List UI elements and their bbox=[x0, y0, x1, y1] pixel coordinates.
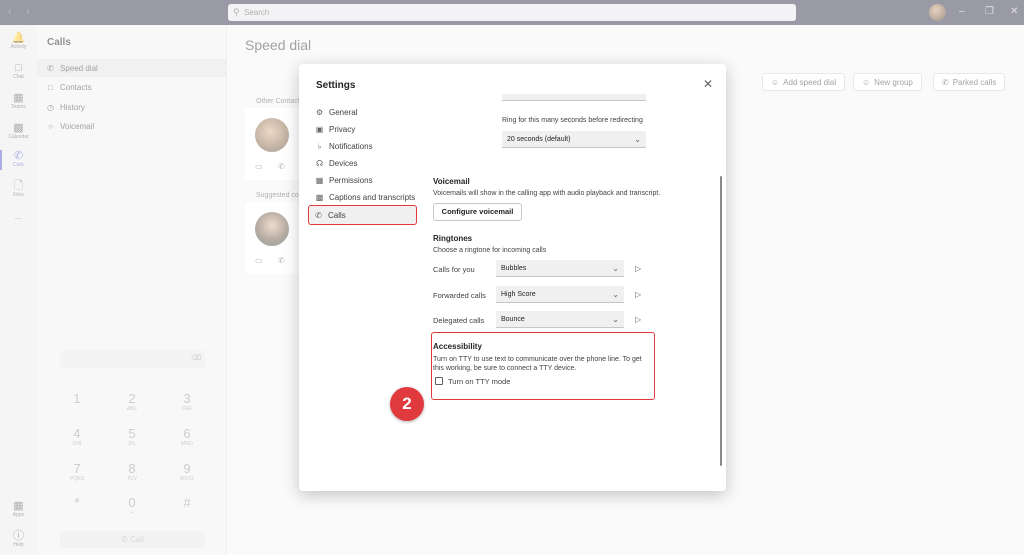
nav-label: Captions and transcripts bbox=[329, 193, 416, 202]
ring-duration-label: Ring for this many seconds before redire… bbox=[502, 117, 643, 124]
play-icon[interactable]: ▷ bbox=[635, 290, 641, 299]
step-badge: 2 bbox=[390, 387, 424, 421]
settings-nav-privacy[interactable]: ▣ Privacy bbox=[310, 121, 418, 138]
chevron-down-icon: ⌄ bbox=[612, 290, 619, 299]
select-value: Bubbles bbox=[501, 264, 527, 272]
tty-mode-label[interactable]: Turn on TTY mode bbox=[448, 377, 510, 386]
ringtone-select-delegated[interactable]: Bounce ⌄ bbox=[496, 311, 624, 328]
settings-nav-permissions[interactable]: ▦ Permissions bbox=[310, 172, 418, 189]
configure-voicemail-button[interactable]: Configure voicemail bbox=[433, 203, 522, 221]
tty-mode-checkbox[interactable] bbox=[435, 377, 443, 385]
play-icon[interactable]: ▷ bbox=[635, 264, 641, 273]
ringtone-label: Calls for you bbox=[433, 265, 475, 274]
ringtone-label: Delegated calls bbox=[433, 316, 485, 325]
headset-icon: ☊ bbox=[315, 159, 324, 168]
accessibility-desc: Turn on TTY to use text to communicate o… bbox=[433, 356, 642, 372]
settings-nav-calls[interactable]: ✆ Calls bbox=[308, 205, 417, 225]
accessibility-heading: Accessibility bbox=[433, 342, 482, 351]
captions-icon: ▩ bbox=[315, 193, 324, 202]
bell-icon: ♭ bbox=[317, 142, 322, 151]
nav-label: Permissions bbox=[329, 176, 373, 185]
ring-duration-select[interactable]: 20 seconds (default) ⌄ bbox=[502, 131, 646, 148]
scrollbar[interactable] bbox=[720, 176, 722, 466]
voicemail-heading: Voicemail bbox=[433, 177, 470, 186]
lock-icon: ▣ bbox=[315, 125, 324, 134]
select-value: High Score bbox=[501, 290, 536, 298]
settings-nav-captions[interactable]: ▩ Captions and transcripts bbox=[310, 189, 418, 206]
select-value: 20 seconds (default) bbox=[507, 135, 571, 143]
play-icon[interactable]: ▷ bbox=[635, 315, 641, 324]
ringtone-select-calls-for-you[interactable]: Bubbles ⌄ bbox=[496, 260, 624, 277]
ringtone-label: Forwarded calls bbox=[433, 291, 486, 300]
phone-icon: ✆ bbox=[315, 210, 322, 220]
chevron-down-icon: ⌄ bbox=[612, 264, 619, 273]
nav-label: Notifications bbox=[329, 142, 373, 151]
settings-nav-general[interactable]: ⚙ General bbox=[310, 104, 418, 121]
select-value: Bounce bbox=[501, 315, 525, 323]
ringtone-select-forwarded[interactable]: High Score ⌄ bbox=[496, 286, 624, 303]
close-icon[interactable]: ✕ bbox=[703, 77, 713, 91]
voicemail-desc: Voicemails will show in the calling app … bbox=[433, 190, 661, 197]
permissions-icon: ▦ bbox=[315, 176, 324, 185]
dialog-title: Settings bbox=[316, 80, 356, 91]
chevron-down-icon: ⌄ bbox=[634, 135, 641, 144]
settings-nav-devices[interactable]: ☊ Devices bbox=[310, 155, 418, 172]
chevron-down-icon: ⌄ bbox=[612, 315, 619, 324]
ringtones-desc: Choose a ringtone for incoming calls bbox=[433, 247, 547, 254]
gear-icon: ⚙ bbox=[315, 108, 324, 117]
nav-label: Devices bbox=[329, 159, 358, 168]
truncated-field bbox=[502, 94, 646, 101]
nav-label: Privacy bbox=[329, 125, 356, 134]
ringtones-heading: Ringtones bbox=[433, 234, 473, 243]
settings-nav-notifications[interactable]: ♭ Notifications bbox=[310, 138, 418, 155]
settings-dialog: Settings ✕ ⚙ General ▣ Privacy ♭ Notificati… bbox=[299, 64, 726, 491]
nav-label: Calls bbox=[328, 210, 346, 220]
nav-label: General bbox=[329, 108, 358, 117]
